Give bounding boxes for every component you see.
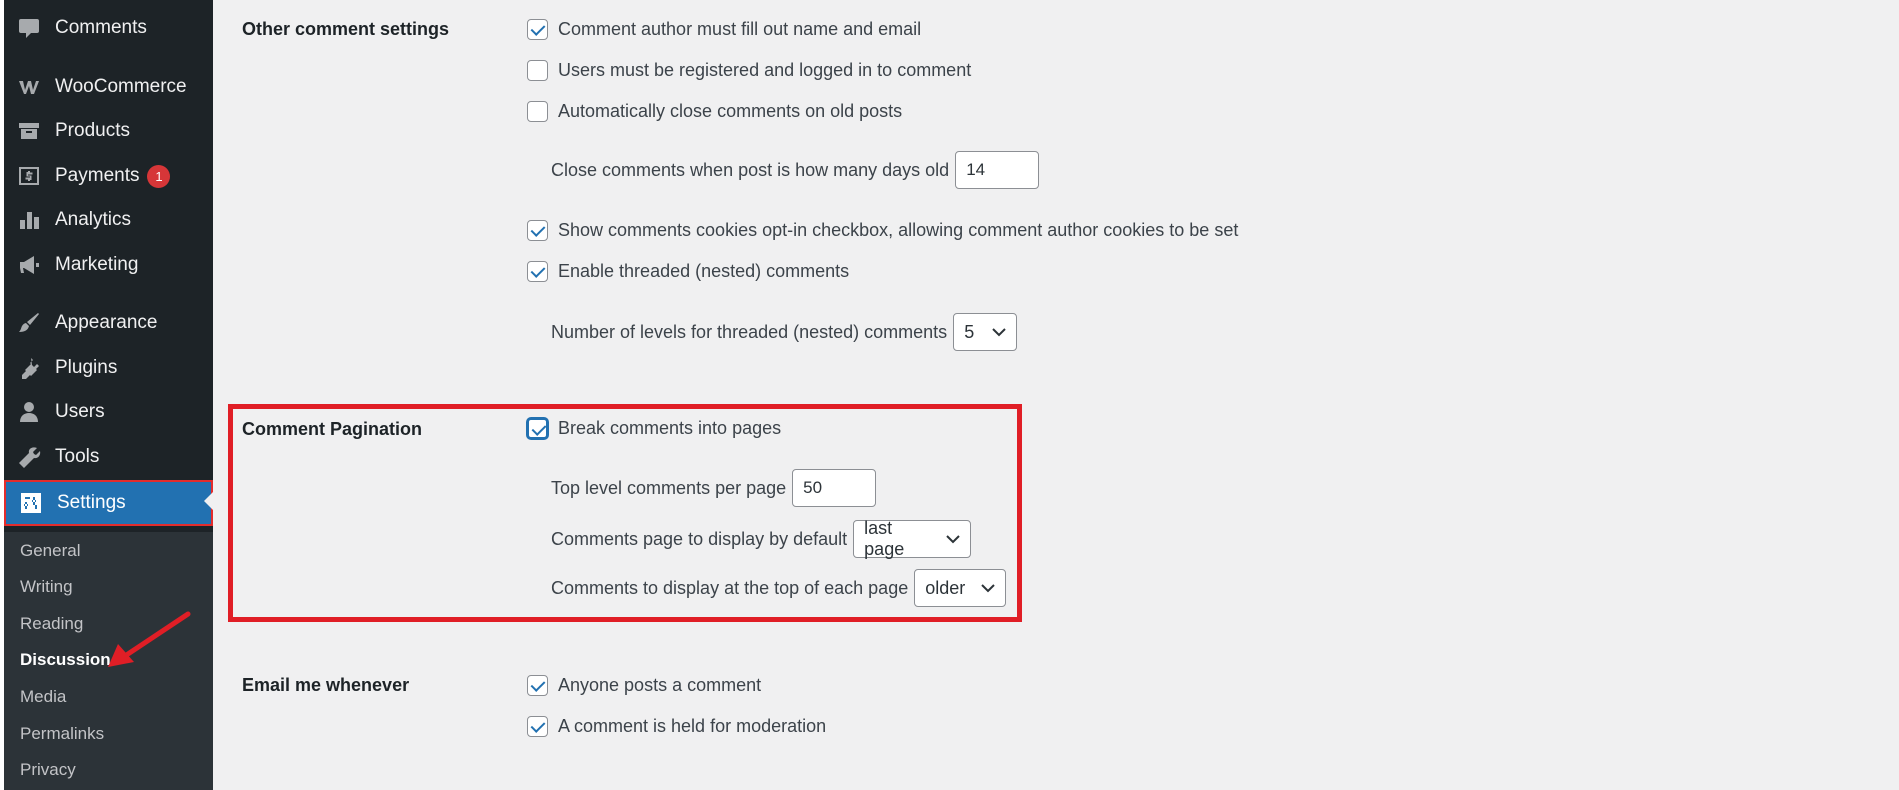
chevron-down-icon [981, 581, 995, 595]
submenu-item-privacy[interactable]: Privacy [20, 760, 76, 780]
sidebar-item-marketing[interactable]: Marketing [4, 245, 213, 285]
section-label-other: Other comment settings [242, 19, 450, 39]
thread-levels-select[interactable]: 5 [953, 313, 1018, 351]
top-order-select[interactable]: older [914, 569, 1007, 607]
default-page-row: Comments page to display by default last… [551, 518, 972, 559]
sidebar-item-label: Tools [55, 446, 100, 467]
sidebar-item-label: Users [55, 401, 105, 422]
wrench-icon [15, 443, 43, 471]
select-value: older [925, 577, 966, 598]
option-label: A comment is held for moderation [558, 716, 827, 736]
sidebar-item-tools[interactable]: Tools [4, 437, 213, 477]
plugin-icon [15, 354, 43, 382]
sidebar-item-label: WooCommerce [55, 76, 187, 97]
money-icon [15, 162, 43, 190]
section-label-email: Email me whenever [242, 675, 410, 695]
close-days-label: Close comments when post is how many day… [551, 159, 950, 180]
submenu-item-writing[interactable]: Writing [20, 577, 73, 597]
option-registered-only: Users must be registered and logged in t… [527, 60, 971, 81]
require-name-email-checkbox[interactable] [527, 19, 548, 40]
submenu-item-general[interactable]: General [20, 541, 80, 561]
archive-icon [15, 117, 43, 145]
held-moderation-checkbox[interactable] [527, 716, 548, 737]
settings-icon [17, 489, 45, 517]
current-menu-arrow [204, 492, 213, 510]
sidebar-item-settings[interactable]: Settings [4, 480, 213, 526]
user-icon [15, 398, 43, 426]
option-cookies-optin: Show comments cookies opt-in checkbox, a… [527, 220, 1238, 241]
option-label: Show comments cookies opt-in checkbox, a… [558, 220, 1239, 240]
close-days-row: Close comments when post is how many day… [551, 151, 1040, 189]
sidebar-item-label: Payments [55, 165, 140, 186]
anyone-posts-checkbox[interactable] [527, 675, 548, 696]
option-label: Break comments into pages [558, 418, 782, 438]
thread-levels-row: Number of levels for threaded (nested) c… [551, 313, 1018, 351]
option-label: Enable threaded (nested) comments [558, 261, 850, 281]
sidebar-item-label: Products [55, 120, 130, 141]
submenu-item-media[interactable]: Media [20, 687, 66, 707]
submenu-item-permalinks[interactable]: Permalinks [20, 724, 104, 744]
sidebar-item-products[interactable]: Products [4, 111, 213, 151]
chart-bar-icon [15, 206, 43, 234]
sidebar-item-payments[interactable]: Payments 1 [4, 156, 213, 196]
auto-close-checkbox[interactable] [527, 101, 548, 122]
sidebar-item-analytics[interactable]: Analytics [4, 200, 213, 240]
option-require-name-email: Comment author must fill out name and em… [527, 19, 921, 40]
cookies-optin-checkbox[interactable] [527, 220, 548, 241]
sidebar-item-label: Plugins [55, 357, 118, 378]
sidebar-item-label: Appearance [55, 312, 158, 333]
close-days-input[interactable]: 14 [955, 151, 1040, 189]
option-break-pages: Break comments into pages [527, 418, 781, 439]
sidebar-item-appearance[interactable]: Appearance [4, 303, 213, 343]
submenu-item-reading[interactable]: Reading [20, 614, 83, 634]
megaphone-icon [15, 251, 43, 279]
registered-only-checkbox[interactable] [527, 60, 548, 81]
option-threaded: Enable threaded (nested) comments [527, 261, 849, 282]
per-page-row: Top level comments per page 50 [551, 469, 877, 507]
brush-icon [15, 309, 43, 337]
sidebar-item-label: Marketing [55, 254, 139, 275]
per-page-label: Top level comments per page [551, 477, 787, 498]
chevron-down-icon [946, 532, 960, 546]
option-label: Comment author must fill out name and em… [558, 19, 922, 39]
notification-badge: 1 [147, 164, 171, 188]
per-page-input[interactable]: 50 [792, 469, 877, 507]
admin-sidebar: Comments WooCommerce Products Payments 1… [0, 0, 213, 790]
option-label: Anyone posts a comment [558, 675, 762, 695]
sidebar-item-label: Comments [55, 17, 147, 38]
thread-levels-label: Number of levels for threaded (nested) c… [551, 321, 948, 342]
default-page-select[interactable]: last page [853, 518, 972, 559]
select-value: 5 [964, 321, 975, 342]
option-label: Automatically close comments on old post… [558, 101, 903, 121]
select-value: last page [864, 518, 905, 559]
comment-icon [15, 14, 43, 42]
annotation-arrow-icon [108, 611, 191, 667]
default-page-label: Comments page to display by default [551, 528, 848, 549]
top-order-label: Comments to display at the top of each p… [551, 577, 909, 598]
option-label: Users must be registered and logged in t… [558, 60, 972, 80]
threaded-checkbox[interactable] [527, 261, 548, 282]
sidebar-item-label: Analytics [55, 209, 132, 230]
sidebar-item-woocommerce[interactable]: WooCommerce [4, 67, 213, 107]
option-auto-close: Automatically close comments on old post… [527, 101, 902, 122]
section-label-pagination: Comment Pagination [242, 419, 423, 439]
submenu-item-discussion[interactable]: Discussion [20, 650, 111, 670]
sidebar-item-users[interactable]: Users [4, 392, 213, 432]
break-pages-checkbox[interactable] [527, 418, 548, 439]
option-held-moderation: A comment is held for moderation [527, 716, 826, 737]
top-order-row: Comments to display at the top of each p… [551, 569, 1007, 607]
sidebar-item-comments[interactable]: Comments [4, 8, 213, 48]
sidebar-item-plugins[interactable]: Plugins [4, 348, 213, 388]
option-anyone-posts: Anyone posts a comment [527, 675, 761, 696]
chevron-down-icon [992, 325, 1006, 339]
sidebar-item-label: Settings [57, 492, 126, 513]
woo-icon [15, 73, 43, 101]
